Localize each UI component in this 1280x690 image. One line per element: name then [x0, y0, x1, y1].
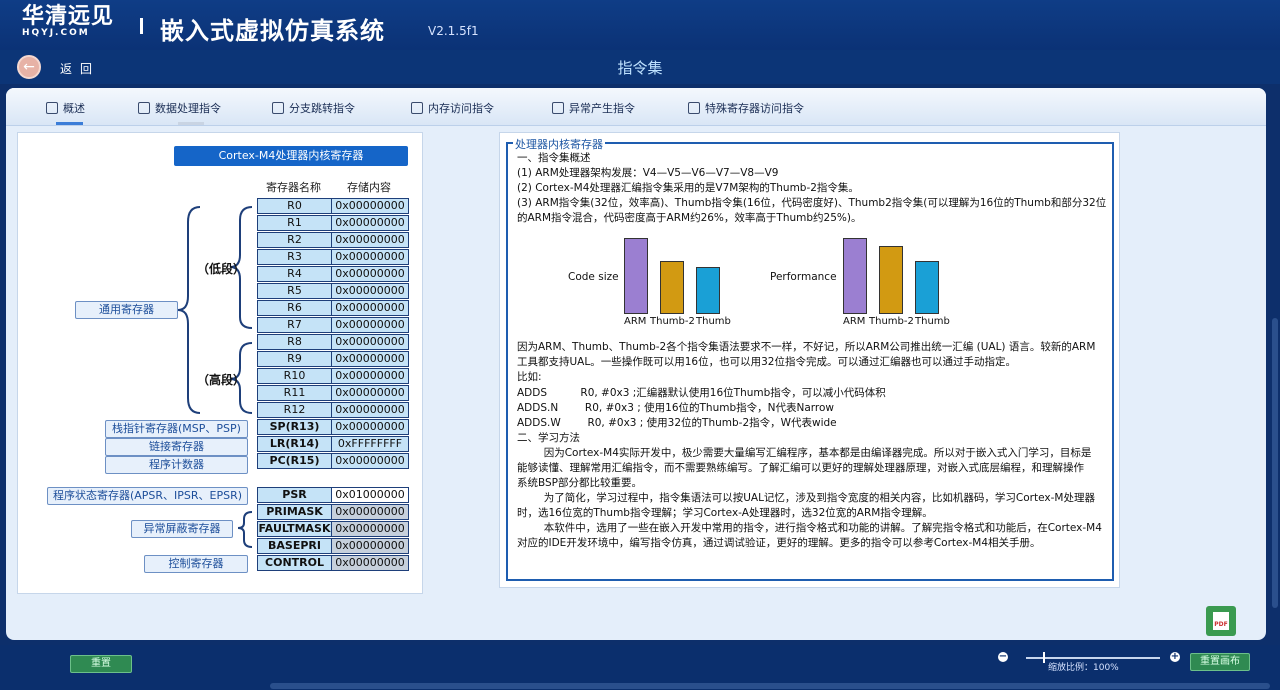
text-line: 的ARM指令混合，代码密度高于ARM约26%，效率高于Thumb约25%)。 — [517, 212, 862, 224]
low-section-label: （低段） — [197, 262, 246, 276]
chart-category-label: Thumb-2 — [869, 316, 914, 327]
chart-category-label: ARM — [843, 316, 866, 327]
text-line: 本软件中，选用了一些在嵌入开发中常用的指令，进行指令格式和功能的讲解。了解完指令… — [517, 522, 1102, 534]
text-line: 工具都支持UAL。一些操作既可以用16位，也可以用32位指令完成。可以通过汇编器… — [517, 356, 1016, 368]
text-line: 因为ARM、Thumb、Thumb-2各个指令集语法要求不一样，不好记，所以AR… — [517, 341, 1096, 353]
text-line: 二、学习方法 — [517, 432, 580, 444]
brace-lines — [177, 206, 253, 548]
chart-category-label: ARM — [624, 316, 647, 327]
text-line: 系统BSP部分都比较重要。 — [517, 477, 643, 489]
text-line: 比如: — [517, 371, 542, 383]
chart-bar — [843, 238, 867, 314]
tab-exception[interactable]: 异常产生指令 — [552, 99, 635, 117]
category-program-counter: 程序计数器 — [105, 456, 248, 474]
text-line: ADDS R0, #0x3 ;汇编器默认使用16位Thumb指令，可以减小代码体… — [517, 387, 886, 399]
chart-bar — [624, 238, 648, 314]
pdf-icon: PDF — [1213, 612, 1229, 630]
text-line: 因为Cortex-M4实际开发中，极少需要大量编写汇编程序，基本都是由编译器完成… — [517, 447, 1092, 459]
text-line: (3) ARM指令集(32位，效率高)、Thumb指令集(16位，代码密度好)、… — [517, 197, 1107, 209]
chart-bar — [660, 261, 684, 314]
text-line: 时，选16位宽的Thumb指令理解；学习Cortex-A处理器时，选32位宽的A… — [517, 507, 933, 519]
high-section-label: （高段） — [197, 373, 246, 387]
category-exception-mask: 异常屏蔽寄存器 — [131, 520, 233, 538]
category-program-status: 程序状态寄存器(APSR、IPSR、EPSR) — [47, 487, 248, 505]
server-icon — [688, 102, 700, 114]
zoom-slider-track[interactable] — [1026, 657, 1160, 659]
text-line: 为了简化，学习过程中，指令集语法可以按UAL记忆，涉及到指令宽度的相关内容，比如… — [517, 492, 1095, 504]
horizontal-scrollbar[interactable] — [270, 683, 1270, 689]
chart-bar — [879, 246, 903, 314]
tab-label: 异常产生指令 — [569, 102, 635, 115]
reset-canvas-button[interactable]: 重置画布 — [1190, 653, 1250, 671]
description-title: 处理器内核寄存器 — [513, 136, 605, 152]
text-line: (1) ARM处理器架构发展：V4—V5—V6—V7—V8—V9 — [517, 167, 779, 179]
text-line: (2) Cortex-M4处理器汇编指令集采用的是V7M架构的Thumb-2指令… — [517, 182, 859, 194]
zoom-level-text: 缩放比例：100% — [1048, 663, 1119, 673]
zoom-slider-thumb[interactable] — [1043, 652, 1045, 663]
chart-bar — [696, 267, 720, 314]
text-line: 一、指令集概述 — [517, 152, 591, 164]
chart-category-label: Thumb-2 — [650, 316, 695, 327]
category-control-register: 控制寄存器 — [144, 555, 248, 573]
category-general-registers: 通用寄存器 — [75, 301, 178, 319]
chart-bar — [915, 261, 939, 314]
text-line: 能够读懂、理解常用汇编指令，而不需要熟练编写。了解汇编可以更好的理解处理器原理，… — [517, 462, 1084, 474]
category-stack-pointer: 栈指针寄存器(MSP、PSP) — [105, 420, 248, 438]
category-link-register: 链接寄存器 — [105, 438, 248, 456]
tab-memory-access[interactable]: 内存访问指令 — [411, 99, 494, 117]
text-line: ADDS.W R0, #0x3 ; 使用32位的Thumb-2指令，W代表wid… — [517, 417, 837, 429]
pdf-button[interactable]: PDF — [1206, 606, 1236, 636]
text-line: 对应的IDE开发环境中，编写指令仿真，通过调试验证，更好的理解。更多的指令可以参… — [517, 537, 1041, 549]
chart-performance-label: Performance — [770, 271, 837, 283]
version-label: V2.1.5f1 — [428, 24, 479, 38]
reset-button[interactable]: 重置 — [70, 655, 132, 673]
zoom-out-button[interactable]: − — [998, 652, 1008, 662]
chart-category-label: Thumb — [696, 316, 731, 327]
chart-code-size-label: Code size — [568, 271, 619, 283]
tab-label: 内存访问指令 — [428, 102, 494, 115]
zoom-in-button[interactable]: + — [1170, 652, 1180, 662]
tab-special-register[interactable]: 特殊寄存器访问指令 — [688, 99, 804, 117]
vertical-scrollbar[interactable] — [1272, 318, 1278, 608]
warning-icon — [552, 102, 564, 114]
chart-category-label: Thumb — [915, 316, 950, 327]
tab-label: 特殊寄存器访问指令 — [705, 102, 804, 115]
text-line: ADDS.N R0, #0x3 ; 使用16位的Thumb指令，N代表Narro… — [517, 402, 834, 414]
